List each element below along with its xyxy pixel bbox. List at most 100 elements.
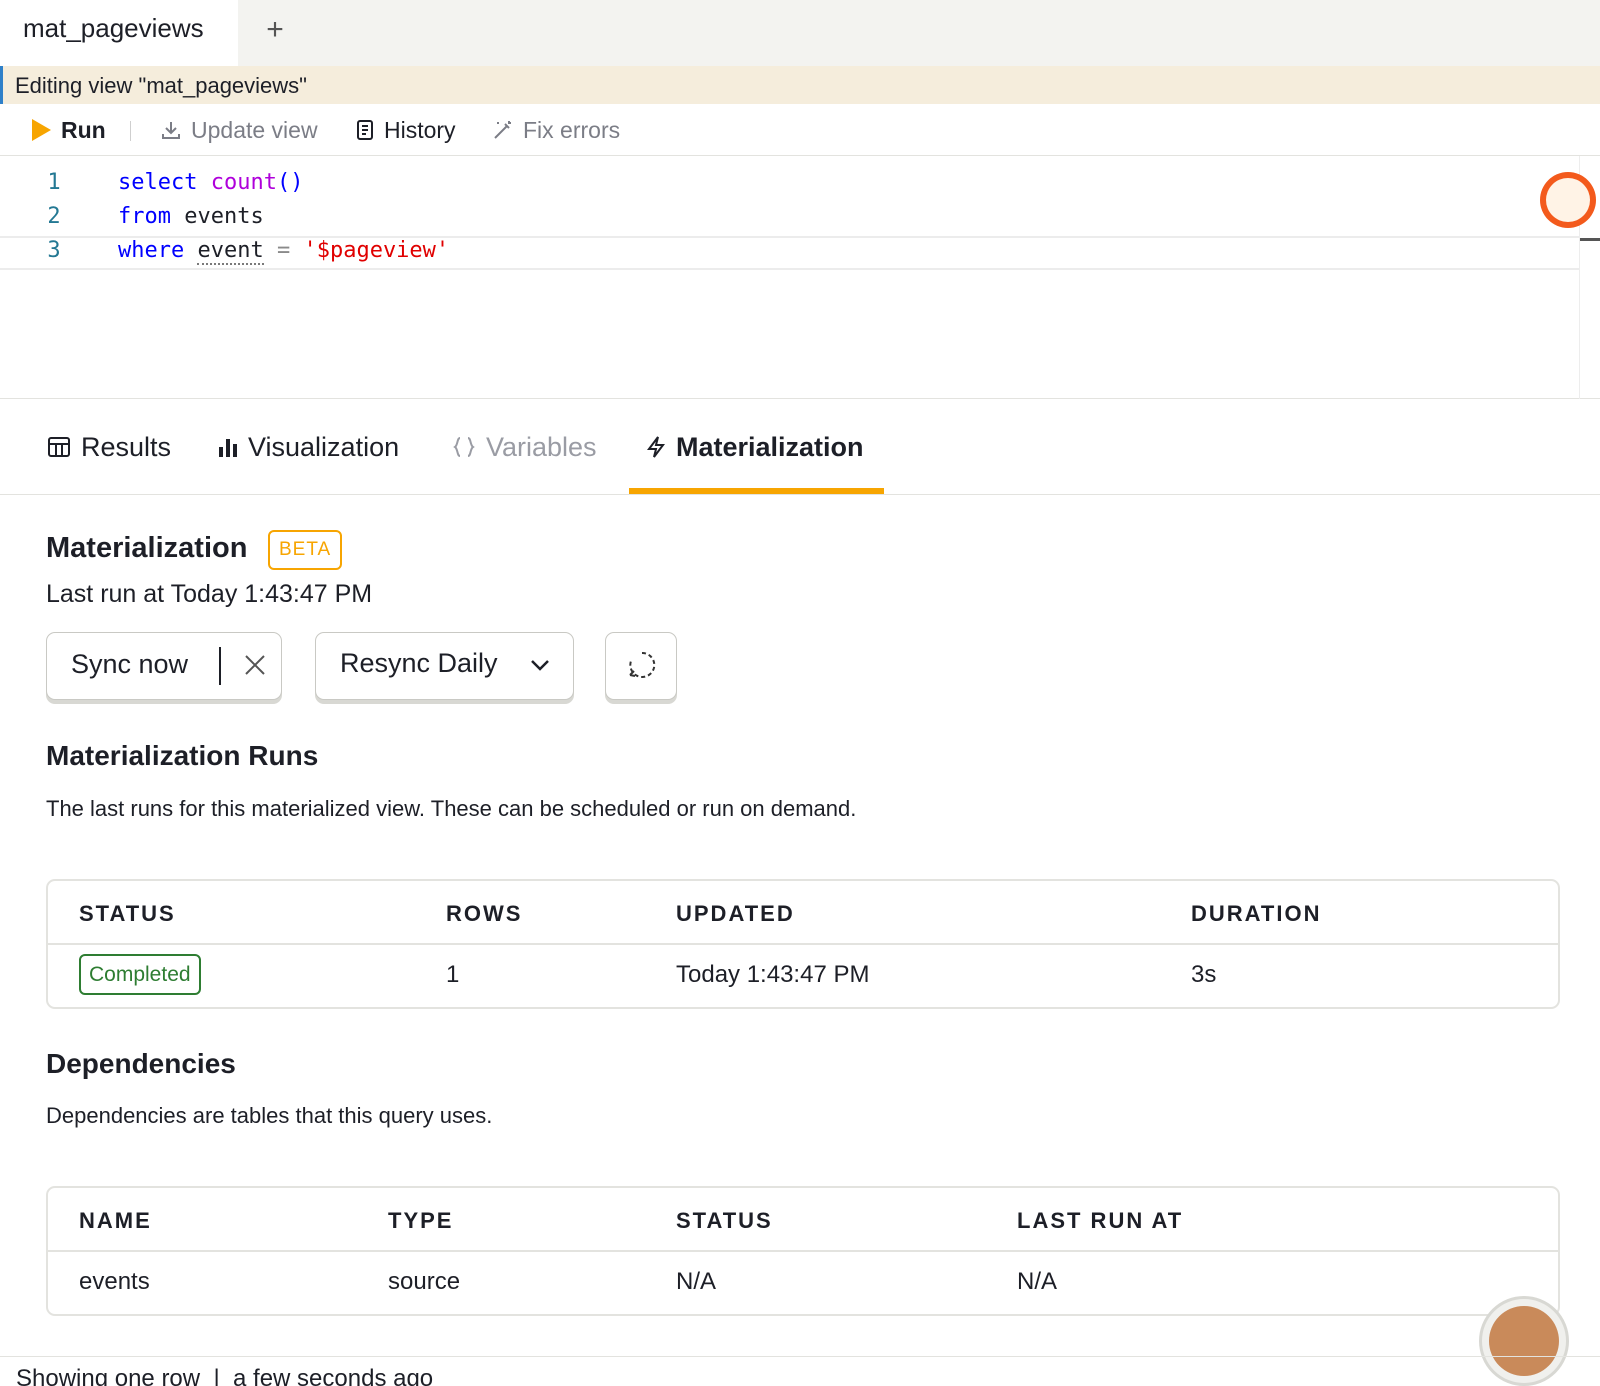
dependency-last-run-cell: N/A: [1017, 1268, 1058, 1295]
hedgehog-avatar-icon[interactable]: [1540, 172, 1596, 228]
column-header[interactable]: UPDATED: [676, 901, 795, 927]
column-header[interactable]: DURATION: [1191, 901, 1321, 927]
refresh-icon: [629, 651, 656, 678]
column-header[interactable]: TYPE: [388, 1208, 453, 1234]
line-number: 1: [47, 170, 61, 195]
sql-editor[interactable]: 1 select count() 2 from events 3 where e…: [0, 156, 1600, 399]
history-label: History: [384, 116, 456, 143]
hedgehog-face: [1546, 178, 1590, 222]
document-icon: [357, 120, 373, 140]
code-token: event: [197, 238, 264, 265]
bar-chart-icon: [219, 439, 237, 457]
toolbar-divider: [130, 121, 131, 141]
magic-wand-icon: [494, 121, 511, 139]
scrollbar-cursor-marker: [1580, 238, 1600, 241]
dependencies-title: Dependencies: [46, 1048, 236, 1079]
dependency-type-cell: source: [388, 1268, 461, 1295]
updated-cell: Today 1:43:47 PM: [676, 961, 870, 988]
run-button-label: Run: [61, 116, 106, 143]
chevron-down-icon: [531, 660, 549, 671]
code-text: from events: [118, 204, 264, 229]
status-bar: Showing one row | a few seconds ago: [0, 1356, 1600, 1386]
tab-variables-label: Variables: [486, 431, 597, 462]
code-line: 2 from events: [0, 204, 1580, 238]
update-view-button[interactable]: Update view: [160, 112, 318, 148]
rows-cell: 1: [446, 961, 460, 988]
resync-schedule-dropdown[interactable]: Resync Daily: [315, 632, 574, 700]
table-row: Completed 1 Today 1:43:47 PM 3s: [48, 945, 1558, 1007]
resync-schedule-label: Resync Daily: [340, 648, 498, 678]
runs-title: Materialization Runs: [46, 740, 319, 771]
table-header: NAME TYPE STATUS LAST RUN AT: [48, 1188, 1558, 1252]
refresh-button[interactable]: [605, 632, 677, 700]
sync-now-label: Sync now: [71, 649, 189, 679]
braces-icon: [453, 437, 475, 457]
runs-description: The last runs for this materialized view…: [46, 796, 857, 821]
play-icon: [32, 119, 51, 141]
tab-results[interactable]: Results: [47, 427, 171, 467]
fix-errors-button[interactable]: Fix errors: [492, 112, 620, 148]
code-token: count: [210, 170, 277, 195]
tab-materialization[interactable]: Materialization: [646, 427, 864, 467]
status-badge: Completed: [79, 954, 201, 995]
dependency-status-cell: N/A: [676, 1268, 717, 1295]
materialization-title: Materialization: [46, 532, 248, 564]
column-header[interactable]: STATUS: [676, 1208, 773, 1234]
line-number: 2: [47, 204, 61, 229]
column-header[interactable]: NAME: [79, 1208, 152, 1234]
column-header[interactable]: STATUS: [79, 901, 176, 927]
fix-errors-label: Fix errors: [523, 116, 621, 143]
download-icon: [162, 122, 180, 139]
code-token: =: [276, 238, 291, 263]
runs-table: STATUS ROWS UPDATED DURATION Completed 1…: [46, 879, 1560, 1009]
tab-results-label: Results: [81, 431, 172, 462]
tab-materialization-label: Materialization: [676, 431, 864, 462]
line-number: 3: [47, 238, 61, 263]
dependencies-description: Dependencies are tables that this query …: [46, 1103, 493, 1128]
result-tabs: Results Visualization Variables Material…: [0, 399, 1600, 495]
sync-divider: [219, 647, 221, 685]
code-token: (): [276, 170, 304, 195]
code-line: 1 select count(): [0, 170, 1580, 204]
query-tab-strip: mat_pageviews +: [0, 0, 1600, 66]
code-token: '$pageview': [303, 238, 450, 263]
code-token: where: [118, 238, 185, 263]
query-tab[interactable]: mat_pageviews: [0, 0, 238, 66]
lightning-icon: [647, 436, 665, 458]
tab-visualization[interactable]: Visualization: [218, 427, 399, 467]
column-header[interactable]: LAST RUN AT: [1017, 1208, 1183, 1234]
code-line-active: 3 where event = '$pageview': [0, 236, 1580, 270]
dependency-name-cell: events: [79, 1268, 150, 1295]
tab-visualization-label: Visualization: [248, 431, 400, 462]
beta-badge: BETA: [268, 530, 343, 570]
code-text: where event = '$pageview': [118, 238, 450, 265]
active-tab-indicator: [629, 488, 884, 494]
editing-banner-text: Editing view "mat_pageviews": [15, 73, 307, 98]
query-tab-label: mat_pageviews: [23, 13, 204, 43]
status-bar-text: Showing one row | a few seconds ago: [16, 1365, 434, 1386]
dependencies-table: NAME TYPE STATUS LAST RUN AT events sour…: [46, 1186, 1560, 1316]
history-button[interactable]: History: [355, 112, 456, 148]
duration-cell: 3s: [1191, 961, 1217, 988]
code-token: events: [170, 204, 264, 229]
add-tab-button[interactable]: +: [258, 10, 292, 50]
update-view-label: Update view: [191, 116, 318, 143]
last-run-text: Last run at Today 1:43:47 PM: [46, 580, 373, 608]
sync-now-button[interactable]: Sync now: [46, 632, 282, 700]
code-token: from: [118, 204, 171, 229]
editing-banner: Editing view "mat_pageviews": [0, 66, 1600, 104]
table-header: STATUS ROWS UPDATED DURATION: [48, 881, 1558, 945]
code-token: select: [118, 170, 198, 195]
code-text: select count(): [118, 170, 303, 195]
editor-toolbar: Run Update view History Fix errors: [0, 104, 1600, 156]
column-header[interactable]: ROWS: [446, 901, 522, 927]
table-row: events source N/A N/A: [48, 1252, 1558, 1314]
close-icon[interactable]: [239, 649, 271, 681]
run-button[interactable]: Run: [30, 112, 106, 148]
table-icon: [48, 437, 70, 457]
tab-variables[interactable]: Variables: [452, 427, 597, 467]
